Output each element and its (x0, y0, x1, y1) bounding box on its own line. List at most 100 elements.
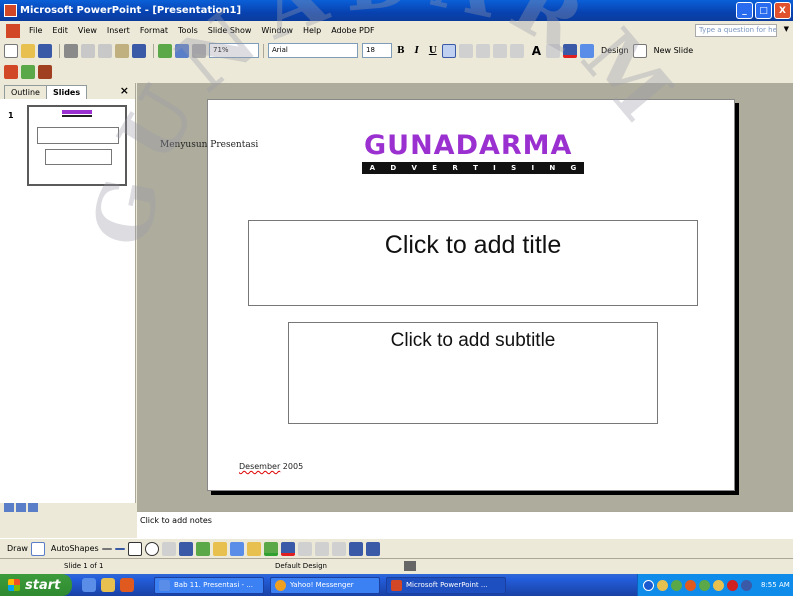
task-yahoo-messenger[interactable]: Yahoo! Messenger (270, 576, 380, 594)
menu-window[interactable]: Window (256, 26, 298, 35)
autoshapes-button[interactable]: AutoShapes (51, 544, 99, 553)
powerpoint-app-icon[interactable] (4, 4, 17, 17)
print-icon[interactable] (64, 43, 78, 58)
close-button[interactable]: X (774, 2, 791, 19)
wordart-icon[interactable] (178, 541, 193, 556)
diagram-icon[interactable] (195, 541, 210, 556)
slide-date[interactable]: Desember 2005 (239, 462, 303, 471)
align-left-icon[interactable] (441, 43, 456, 58)
arrow-style-icon[interactable] (331, 541, 346, 556)
font-size-select[interactable]: 18 (362, 43, 392, 58)
italic-button[interactable]: I (415, 46, 419, 56)
new-slide-button[interactable]: New Slide (654, 46, 694, 55)
slide-canvas[interactable]: Menyusun Presentasi GUNADARMA A D V E R … (160, 99, 735, 491)
show-desktop-icon[interactable] (101, 578, 115, 592)
show-formatting-icon[interactable] (192, 43, 206, 58)
line-style-icon[interactable] (297, 541, 312, 556)
internet-explorer-icon[interactable] (82, 578, 96, 592)
draw-font-color-icon[interactable] (280, 541, 295, 556)
bullets-icon[interactable] (509, 43, 524, 58)
design-icon[interactable] (579, 43, 594, 58)
menu-insert[interactable]: Insert (102, 26, 135, 35)
tab-outline[interactable]: Outline (4, 85, 47, 99)
text-box-icon[interactable] (161, 541, 176, 556)
underline-button[interactable]: U (429, 46, 437, 56)
open-folder-icon[interactable] (21, 43, 35, 58)
copy-icon[interactable] (98, 43, 112, 58)
task-microsoft-powerpoint[interactable]: Microsoft PowerPoint ... (386, 576, 506, 594)
antivirus-icon[interactable] (685, 579, 696, 591)
thumbnail-logo (62, 110, 92, 114)
menu-slide-show[interactable]: Slide Show (203, 26, 257, 35)
select-pointer-icon[interactable] (30, 541, 45, 556)
document-icon[interactable] (6, 23, 20, 38)
menu-edit[interactable]: Edit (47, 26, 73, 35)
cut-icon[interactable] (81, 43, 95, 58)
align-right-icon[interactable] (475, 43, 490, 58)
logo-letter: I (493, 164, 496, 172)
title-placeholder[interactable]: Click to add title (248, 220, 698, 306)
menu-format[interactable]: Format (135, 26, 173, 35)
subtitle-placeholder[interactable]: Click to add subtitle (288, 322, 658, 424)
insert-chart-icon[interactable] (158, 43, 172, 58)
menu-tools[interactable]: Tools (173, 26, 203, 35)
numbering-icon[interactable] (492, 43, 507, 58)
volume-icon[interactable] (699, 579, 710, 591)
line-icon[interactable] (101, 547, 112, 550)
menu-help[interactable]: Help (298, 26, 326, 35)
menu-adobe-pdf[interactable]: Adobe PDF (326, 26, 379, 35)
menu-view[interactable]: View (73, 26, 102, 35)
bold-button[interactable]: B (397, 46, 405, 56)
menu-file[interactable]: File (24, 26, 47, 35)
ask-question-input[interactable]: Type a question for help (695, 24, 777, 37)
line-color-icon[interactable] (263, 541, 278, 556)
media-player-icon[interactable] (120, 578, 134, 592)
task-bab-11[interactable]: Bab 11. Presentasi - ... (154, 576, 264, 594)
close-icon[interactable]: × (120, 84, 129, 97)
minimize-button[interactable]: _ (736, 2, 753, 19)
pdf-review-icon[interactable] (38, 65, 52, 79)
new-document-icon[interactable] (4, 43, 18, 58)
slide-thumbnail[interactable] (27, 105, 127, 186)
security-icon[interactable] (727, 579, 738, 591)
paste-icon[interactable] (115, 43, 129, 58)
dash-style-icon[interactable] (314, 541, 329, 556)
decrease-indent-icon[interactable] (545, 43, 560, 58)
update-icon[interactable] (713, 579, 724, 591)
3d-style-icon[interactable] (365, 541, 380, 556)
messenger-tray-icon[interactable] (657, 579, 668, 591)
chevron-down-icon[interactable]: ▼ (784, 25, 789, 33)
new-slide-icon[interactable] (632, 43, 647, 58)
draw-menu-button[interactable]: Draw (7, 544, 28, 553)
insert-picture-icon[interactable] (229, 541, 244, 556)
clip-art-icon[interactable] (212, 541, 227, 556)
network-icon[interactable] (671, 579, 682, 591)
oval-icon[interactable] (144, 541, 159, 556)
tab-slides[interactable]: Slides (45, 85, 88, 99)
word-document-icon (159, 579, 170, 591)
insert-table-icon[interactable] (175, 43, 189, 58)
notes-pane[interactable]: Click to add notes (137, 511, 793, 538)
font-select[interactable]: Arial (268, 43, 358, 58)
slide-show-view-icon[interactable] (28, 503, 38, 512)
shadow-style-icon[interactable] (348, 541, 363, 556)
design-button[interactable]: Design (601, 46, 629, 55)
align-center-icon[interactable] (458, 43, 473, 58)
save-icon[interactable] (38, 43, 52, 58)
info-icon[interactable] (643, 579, 654, 591)
rectangle-icon[interactable] (127, 541, 142, 556)
maximize-button[interactable]: □ (755, 2, 772, 19)
undo-icon[interactable] (132, 43, 146, 58)
pdf-convert-icon[interactable] (4, 65, 18, 79)
arrow-icon[interactable] (114, 547, 125, 550)
increase-font-button[interactable]: A (532, 44, 541, 58)
fill-color-icon[interactable] (246, 541, 261, 556)
sound-icon[interactable] (741, 579, 752, 591)
zoom-select[interactable]: 71% (209, 43, 259, 58)
pdf-email-icon[interactable] (21, 65, 35, 79)
font-color-icon[interactable] (562, 43, 577, 58)
slide-sorter-view-icon[interactable] (16, 503, 26, 512)
start-button[interactable]: start (0, 574, 72, 596)
normal-view-icon[interactable] (4, 503, 14, 512)
spelling-status-icon[interactable] (404, 561, 416, 571)
